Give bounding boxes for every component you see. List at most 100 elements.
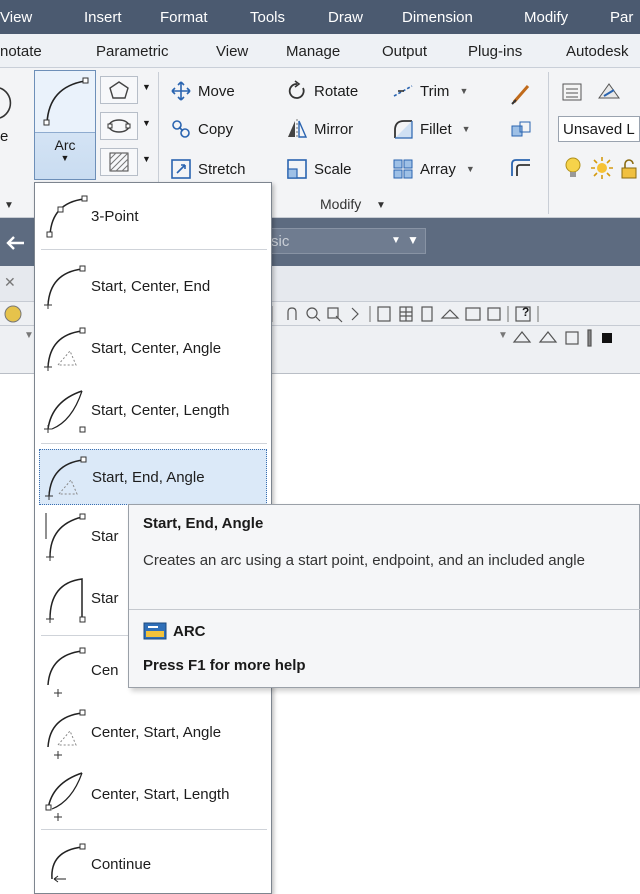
layer-state-combo[interactable]: Unsaved L bbox=[558, 116, 640, 142]
trim-label: Trim bbox=[420, 82, 450, 100]
menu-item-start-end-angle[interactable]: Start, End, Angle bbox=[39, 449, 267, 505]
menu-item-label: 3-Point bbox=[91, 207, 139, 225]
menu-item-label: Start, Center, End bbox=[91, 277, 211, 295]
arc-button-top[interactable] bbox=[35, 71, 95, 133]
layer-state-icon[interactable] bbox=[596, 80, 622, 106]
menu-item-continue[interactable]: Continue bbox=[39, 837, 267, 891]
menu-item-label: Cen bbox=[91, 661, 119, 679]
tab-output[interactable]: Output bbox=[382, 43, 427, 60]
fillet-dropdown-icon[interactable]: ▼ bbox=[462, 124, 471, 134]
command-tooltip: Start, End, Angle Creates an arc using a… bbox=[128, 504, 640, 688]
back-arrow-icon[interactable] bbox=[4, 232, 28, 254]
menu-modify[interactable]: Modify bbox=[524, 9, 568, 26]
tooltip-separator bbox=[129, 609, 640, 610]
tooltip-help: Press F1 for more help bbox=[143, 657, 306, 674]
draw-panel-expand-icon[interactable]: ▼ bbox=[4, 200, 14, 211]
menu-view[interactable]: View bbox=[0, 9, 32, 26]
stretch-button[interactable]: Stretch bbox=[170, 154, 246, 184]
array-icon bbox=[393, 159, 413, 179]
rotate-label: Rotate bbox=[314, 82, 359, 100]
sun-icon[interactable] bbox=[590, 156, 614, 180]
menu-item-start-center-angle[interactable]: Start, Center, Angle bbox=[39, 321, 267, 375]
arc-dropdown-icon[interactable]: ▼ bbox=[35, 153, 95, 163]
arc-label: Arc bbox=[54, 137, 76, 153]
arc-icon bbox=[43, 77, 89, 126]
workspace-combo[interactable]: sic ▼ ▼ bbox=[246, 228, 426, 254]
menu-item-label: Center, Start, Length bbox=[91, 785, 230, 803]
stretch-label: Stretch bbox=[198, 160, 246, 178]
menu-dimension[interactable]: Dimension bbox=[402, 9, 473, 26]
scale-button[interactable]: Scale bbox=[286, 154, 352, 184]
globe-icon[interactable] bbox=[2, 304, 24, 324]
layer-properties-icon[interactable] bbox=[560, 80, 586, 106]
arc-split-button[interactable]: Arc ▼ bbox=[34, 70, 96, 180]
ribbon-tabs: notate Parametric View Manage Output Plu… bbox=[0, 34, 640, 68]
rotate-button[interactable]: Rotate bbox=[286, 76, 358, 106]
tab-manage[interactable]: Manage bbox=[286, 43, 340, 60]
tab-view[interactable]: View bbox=[216, 43, 248, 60]
menu-item-start-center-length[interactable]: Start, Center, Length bbox=[39, 383, 267, 437]
array-dropdown-icon[interactable]: ▼ bbox=[466, 164, 475, 174]
ellipse-button[interactable] bbox=[100, 112, 138, 140]
mirror-button[interactable]: Mirror bbox=[286, 114, 353, 144]
copy-label: Copy bbox=[198, 120, 234, 138]
modify-panel-expand-icon[interactable]: ▼ bbox=[376, 200, 386, 211]
tooltip-command: ARC bbox=[143, 621, 206, 641]
fillet-label: Fillet bbox=[420, 120, 452, 138]
arc-start-end-direction-icon bbox=[45, 513, 86, 561]
workspace-combo-value: sic bbox=[271, 233, 290, 250]
move-button[interactable]: Move bbox=[170, 76, 235, 106]
mirror-icon bbox=[288, 119, 308, 139]
menu-insert[interactable]: Insert bbox=[84, 9, 122, 26]
circle-tool-icon[interactable] bbox=[0, 86, 20, 120]
layer-lock-icon[interactable] bbox=[618, 158, 640, 180]
tooltip-title: Start, End, Angle bbox=[143, 515, 264, 532]
menu-separator bbox=[41, 443, 267, 444]
menu-item-3-point[interactable]: 3-Point bbox=[39, 189, 267, 243]
erase-icon[interactable] bbox=[508, 80, 534, 106]
menu-item-center-start-angle[interactable]: Center, Start, Angle bbox=[39, 705, 267, 759]
tab-annotate[interactable]: notate bbox=[0, 43, 42, 60]
help-icon[interactable]: ? bbox=[522, 305, 529, 319]
tab-parametric[interactable]: Parametric bbox=[96, 43, 169, 60]
layer-tool-icons bbox=[512, 329, 612, 347]
array-button[interactable]: Array ▼ bbox=[392, 154, 475, 184]
fillet-button[interactable]: Fillet ▼ bbox=[392, 114, 471, 144]
modify-panel-label[interactable]: Modify bbox=[320, 196, 361, 212]
hatch-dropdown-icon[interactable]: ▼ bbox=[142, 154, 151, 164]
ellipse-dropdown-icon[interactable]: ▼ bbox=[142, 118, 151, 128]
hatch-button[interactable] bbox=[100, 148, 138, 176]
explode-icon[interactable] bbox=[508, 118, 534, 144]
polygon-dropdown-icon[interactable]: ▼ bbox=[142, 82, 151, 92]
menu-tools[interactable]: Tools bbox=[250, 9, 285, 26]
menu-draw[interactable]: Draw bbox=[328, 9, 363, 26]
menu-item-center-start-length[interactable]: Center, Start, Length bbox=[39, 767, 267, 821]
menu-parametric[interactable]: Par bbox=[610, 9, 633, 26]
offset-icon[interactable] bbox=[508, 156, 534, 182]
copy-icon bbox=[172, 120, 190, 138]
arc-start-center-length-icon bbox=[44, 390, 86, 433]
polygon-button[interactable] bbox=[100, 76, 138, 104]
trim-dropdown-icon[interactable]: ▼ bbox=[459, 86, 468, 96]
arc-center-start-end-icon bbox=[47, 647, 86, 697]
tab-plugins[interactable]: Plug-ins bbox=[468, 43, 522, 60]
menu-format[interactable]: Format bbox=[160, 9, 208, 26]
lightbulb-icon[interactable] bbox=[562, 156, 584, 180]
menu-item-label: Center, Start, Angle bbox=[91, 723, 222, 741]
menu-item-label: Star bbox=[91, 527, 119, 545]
copy-button[interactable]: Copy bbox=[170, 114, 233, 144]
layer-dropdown-icon[interactable]: ▼ bbox=[498, 330, 508, 341]
stretch-icon bbox=[171, 159, 191, 179]
trim-button[interactable]: Trim ▼ bbox=[392, 76, 468, 106]
close-tab-icon[interactable]: ✕ bbox=[4, 274, 16, 291]
workspace-dropdown-icon[interactable]: ▼ bbox=[391, 235, 401, 246]
polygon-icon bbox=[109, 81, 129, 99]
ellipse-icon bbox=[107, 119, 131, 133]
arc-start-center-angle-icon bbox=[44, 327, 86, 371]
menu-item-start-center-end[interactable]: Start, Center, End bbox=[39, 259, 267, 313]
customize-icon[interactable]: ▼ bbox=[407, 233, 419, 247]
tab-autodesk[interactable]: Autodesk bbox=[566, 43, 629, 60]
menu-item-label: Start, End, Angle bbox=[92, 468, 205, 486]
array-label: Array bbox=[420, 160, 456, 178]
strip-dropdown-icon[interactable]: ▼ bbox=[24, 330, 34, 341]
